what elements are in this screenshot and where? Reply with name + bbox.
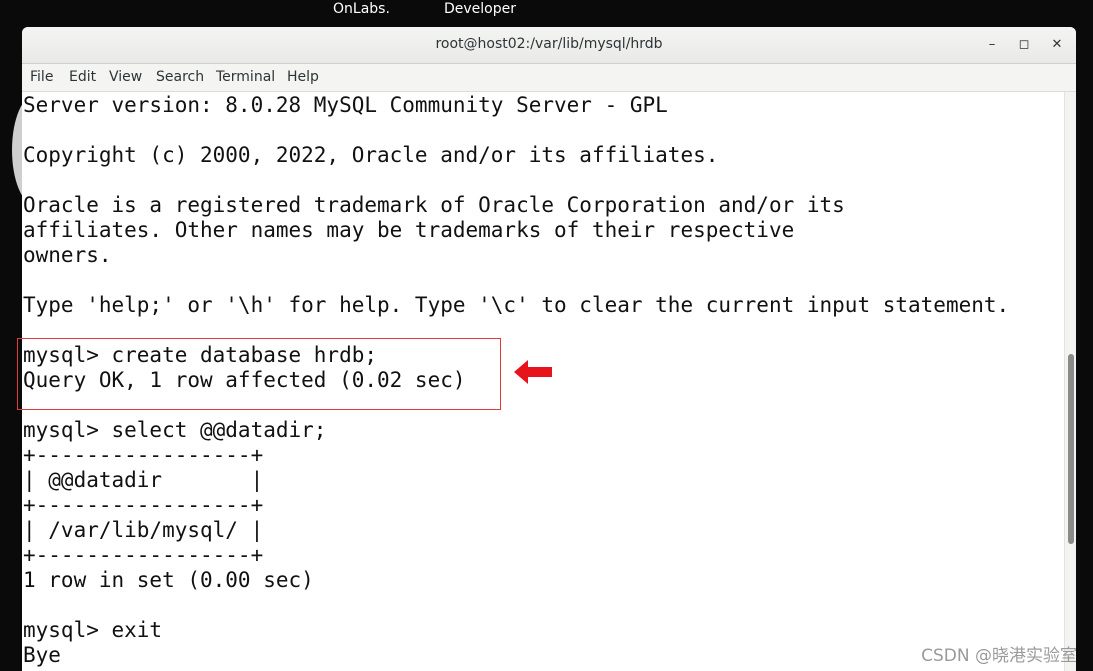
terminal-line: +-----------------+ [23, 543, 264, 567]
terminal-line: Server version: 8.0.28 MySQL Community S… [23, 93, 668, 117]
close-icon: ✕ [1051, 37, 1063, 52]
maximize-button[interactable]: ◻ [1014, 35, 1034, 55]
desktop-label-onlabs[interactable]: OnLabs. [333, 1, 390, 17]
minimize-button[interactable]: – [982, 35, 1002, 55]
terminal-line: Bye [23, 643, 61, 667]
left-arrow-icon [514, 360, 552, 384]
terminal-line: | @@datadir | [23, 468, 264, 492]
minimize-icon: – [988, 37, 996, 52]
terminal-line: 1 row in set (0.00 sec) [23, 568, 314, 592]
window-title: root@host02:/var/lib/mysql/hrdb [435, 36, 663, 52]
menu-terminal[interactable]: Terminal [216, 69, 275, 85]
scrollbar-thumb[interactable] [1068, 354, 1074, 544]
menu-bar: File Edit View Search Terminal Help [22, 64, 1076, 92]
terminal-line: Type 'help;' or '\h' for help. Type '\c'… [23, 293, 1010, 317]
terminal-line: affiliates. Other names may be trademark… [23, 218, 795, 242]
desktop-label-developer[interactable]: Developer [444, 1, 516, 17]
terminal-line: +-----------------+ [23, 443, 264, 467]
terminal-line: mysql> select @@datadir; [23, 418, 327, 442]
maximize-icon: ◻ [1018, 37, 1030, 52]
vertical-scrollbar[interactable] [1064, 92, 1076, 671]
menu-file[interactable]: File [30, 69, 53, 85]
annotation-highlight-box [17, 338, 501, 410]
close-button[interactable]: ✕ [1047, 35, 1067, 55]
menu-view[interactable]: View [109, 69, 142, 85]
terminal-line: Oracle is a registered trademark of Orac… [23, 193, 845, 217]
terminal-line: Copyright (c) 2000, 2022, Oracle and/or … [23, 143, 719, 167]
menu-help[interactable]: Help [287, 69, 319, 85]
title-bar[interactable]: root@host02:/var/lib/mysql/hrdb – ◻ ✕ [22, 27, 1076, 64]
menu-search[interactable]: Search [156, 69, 204, 85]
terminal-line: +-----------------+ [23, 493, 264, 517]
watermark: CSDN @晓港实验室 [921, 646, 1077, 666]
terminal-line: owners. [23, 243, 112, 267]
terminal-line: | /var/lib/mysql/ | [23, 518, 264, 542]
menu-edit[interactable]: Edit [69, 69, 96, 85]
terminal-line: mysql> exit [23, 618, 163, 642]
